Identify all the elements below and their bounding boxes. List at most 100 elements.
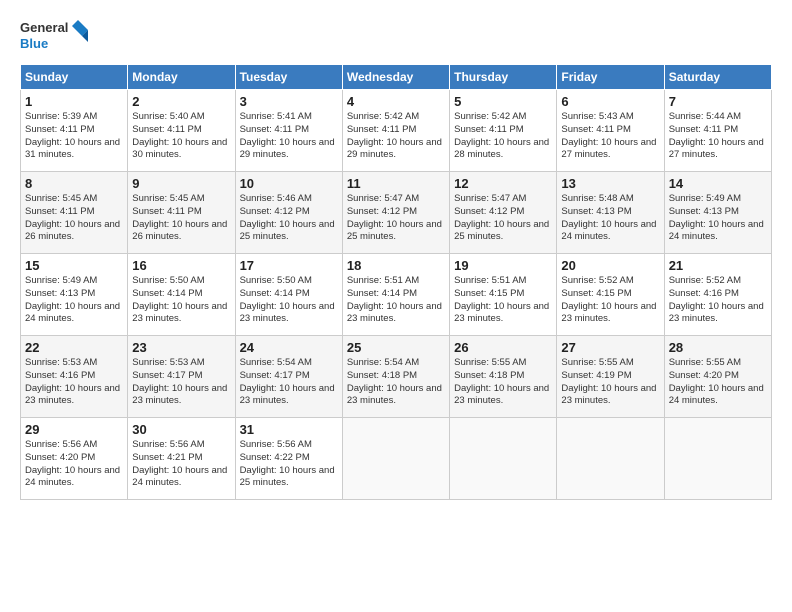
day-info: Sunrise: 5:54 AMSunset: 4:18 PMDaylight:… (347, 357, 445, 408)
calendar-header-row: SundayMondayTuesdayWednesdayThursdayFrid… (21, 65, 772, 90)
calendar-cell: 16 Sunrise: 5:50 AMSunset: 4:14 PMDayligh… (128, 254, 235, 336)
calendar-week-row: 22 Sunrise: 5:53 AMSunset: 4:16 PMDayligh… (21, 336, 772, 418)
day-info: Sunrise: 5:41 AMSunset: 4:11 PMDaylight:… (240, 111, 338, 162)
day-info: Sunrise: 5:45 AMSunset: 4:11 PMDaylight:… (132, 193, 230, 244)
day-number: 7 (669, 94, 767, 109)
day-info: Sunrise: 5:47 AMSunset: 4:12 PMDaylight:… (454, 193, 552, 244)
day-info: Sunrise: 5:44 AMSunset: 4:11 PMDaylight:… (669, 111, 767, 162)
calendar-table: SundayMondayTuesdayWednesdayThursdayFrid… (20, 64, 772, 500)
calendar-cell: 12 Sunrise: 5:47 AMSunset: 4:12 PMDayligh… (450, 172, 557, 254)
svg-text:General: General (20, 20, 68, 35)
calendar-cell: 11Sunrise: 5:47 AMSunset: 4:12 PMDayligh… (342, 172, 449, 254)
day-number: 14 (669, 176, 767, 191)
calendar-cell: 13 Sunrise: 5:48 AMSunset: 4:13 PMDayligh… (557, 172, 664, 254)
calendar-cell: 10 Sunrise: 5:46 AMSunset: 4:12 PMDayligh… (235, 172, 342, 254)
day-number: 22 (25, 340, 123, 355)
calendar-cell: 6Sunrise: 5:43 AMSunset: 4:11 PMDaylight… (557, 90, 664, 172)
day-info: Sunrise: 5:42 AMSunset: 4:11 PMDaylight:… (347, 111, 445, 162)
day-number: 29 (25, 422, 123, 437)
day-info: Sunrise: 5:55 AMSunset: 4:19 PMDaylight:… (561, 357, 659, 408)
day-info: Sunrise: 5:48 AMSunset: 4:13 PMDaylight:… (561, 193, 659, 244)
day-number: 9 (132, 176, 230, 191)
day-info: Sunrise: 5:40 AMSunset: 4:11 PMDaylight:… (132, 111, 230, 162)
calendar-week-row: 29 Sunrise: 5:56 AMSunset: 4:20 PMDayligh… (21, 418, 772, 500)
calendar-cell: 8 Sunrise: 5:45 AMSunset: 4:11 PMDaylight… (21, 172, 128, 254)
calendar-cell (342, 418, 449, 500)
day-info: Sunrise: 5:51 AMSunset: 4:15 PMDaylight:… (454, 275, 552, 326)
day-info: Sunrise: 5:56 AMSunset: 4:21 PMDaylight:… (132, 439, 230, 490)
day-info: Sunrise: 5:52 AMSunset: 4:15 PMDaylight:… (561, 275, 659, 326)
day-info: Sunrise: 5:39 AMSunset: 4:11 PMDaylight:… (25, 111, 123, 162)
calendar-cell: 7 Sunrise: 5:44 AMSunset: 4:11 PMDaylight… (664, 90, 771, 172)
day-number: 15 (25, 258, 123, 273)
calendar-header-thursday: Thursday (450, 65, 557, 90)
day-info: Sunrise: 5:56 AMSunset: 4:22 PMDaylight:… (240, 439, 338, 490)
day-info: Sunrise: 5:49 AMSunset: 4:13 PMDaylight:… (25, 275, 123, 326)
calendar-cell: 26Sunrise: 5:55 AMSunset: 4:18 PMDayligh… (450, 336, 557, 418)
calendar-cell: 17 Sunrise: 5:50 AMSunset: 4:14 PMDayligh… (235, 254, 342, 336)
day-number: 1 (25, 94, 123, 109)
day-number: 11 (347, 176, 445, 191)
day-info: Sunrise: 5:45 AMSunset: 4:11 PMDaylight:… (25, 193, 123, 244)
calendar-week-row: 1 Sunrise: 5:39 AMSunset: 4:11 PMDaylight… (21, 90, 772, 172)
day-info: Sunrise: 5:46 AMSunset: 4:12 PMDaylight:… (240, 193, 338, 244)
day-number: 10 (240, 176, 338, 191)
day-info: Sunrise: 5:42 AMSunset: 4:11 PMDaylight:… (454, 111, 552, 162)
day-number: 20 (561, 258, 659, 273)
day-number: 3 (240, 94, 338, 109)
calendar-cell: 25 Sunrise: 5:54 AMSunset: 4:18 PMDayligh… (342, 336, 449, 418)
calendar-cell: 24 Sunrise: 5:54 AMSunset: 4:17 PMDayligh… (235, 336, 342, 418)
calendar-header-friday: Friday (557, 65, 664, 90)
calendar-cell: 30 Sunrise: 5:56 AMSunset: 4:21 PMDayligh… (128, 418, 235, 500)
calendar-cell: 9 Sunrise: 5:45 AMSunset: 4:11 PMDaylight… (128, 172, 235, 254)
day-number: 13 (561, 176, 659, 191)
day-number: 28 (669, 340, 767, 355)
day-number: 12 (454, 176, 552, 191)
logo: General Blue (20, 16, 90, 56)
day-number: 30 (132, 422, 230, 437)
calendar-cell: 3 Sunrise: 5:41 AMSunset: 4:11 PMDaylight… (235, 90, 342, 172)
day-number: 27 (561, 340, 659, 355)
calendar-cell (450, 418, 557, 500)
day-info: Sunrise: 5:56 AMSunset: 4:20 PMDaylight:… (25, 439, 123, 490)
calendar-cell: 5Sunrise: 5:42 AMSunset: 4:11 PMDaylight… (450, 90, 557, 172)
logo-svg: General Blue (20, 16, 90, 56)
day-number: 24 (240, 340, 338, 355)
day-number: 31 (240, 422, 338, 437)
calendar-cell: 27 Sunrise: 5:55 AMSunset: 4:19 PMDayligh… (557, 336, 664, 418)
calendar-cell: 14 Sunrise: 5:49 AMSunset: 4:13 PMDayligh… (664, 172, 771, 254)
day-number: 18 (347, 258, 445, 273)
page: General Blue SundayMondayTuesdayWednesda… (0, 0, 792, 510)
day-info: Sunrise: 5:53 AMSunset: 4:16 PMDaylight:… (25, 357, 123, 408)
header: General Blue (20, 16, 772, 56)
day-number: 19 (454, 258, 552, 273)
day-number: 23 (132, 340, 230, 355)
day-number: 17 (240, 258, 338, 273)
day-number: 4 (347, 94, 445, 109)
calendar-cell: 28 Sunrise: 5:55 AMSunset: 4:20 PMDayligh… (664, 336, 771, 418)
calendar-cell: 2 Sunrise: 5:40 AMSunset: 4:11 PMDaylight… (128, 90, 235, 172)
calendar-cell: 23Sunrise: 5:53 AMSunset: 4:17 PMDayligh… (128, 336, 235, 418)
day-info: Sunrise: 5:55 AMSunset: 4:20 PMDaylight:… (669, 357, 767, 408)
calendar-week-row: 15 Sunrise: 5:49 AMSunset: 4:13 PMDayligh… (21, 254, 772, 336)
day-info: Sunrise: 5:49 AMSunset: 4:13 PMDaylight:… (669, 193, 767, 244)
calendar-cell: 15 Sunrise: 5:49 AMSunset: 4:13 PMDayligh… (21, 254, 128, 336)
calendar-cell (664, 418, 771, 500)
svg-text:Blue: Blue (20, 36, 48, 51)
day-number: 26 (454, 340, 552, 355)
calendar-cell (557, 418, 664, 500)
calendar-week-row: 8 Sunrise: 5:45 AMSunset: 4:11 PMDaylight… (21, 172, 772, 254)
calendar-cell: 31 Sunrise: 5:56 AMSunset: 4:22 PMDayligh… (235, 418, 342, 500)
day-number: 21 (669, 258, 767, 273)
day-info: Sunrise: 5:50 AMSunset: 4:14 PMDaylight:… (132, 275, 230, 326)
day-number: 8 (25, 176, 123, 191)
day-number: 2 (132, 94, 230, 109)
calendar-cell: 1 Sunrise: 5:39 AMSunset: 4:11 PMDaylight… (21, 90, 128, 172)
day-number: 25 (347, 340, 445, 355)
calendar-cell: 29 Sunrise: 5:56 AMSunset: 4:20 PMDayligh… (21, 418, 128, 500)
day-info: Sunrise: 5:50 AMSunset: 4:14 PMDaylight:… (240, 275, 338, 326)
day-number: 16 (132, 258, 230, 273)
day-info: Sunrise: 5:43 AMSunset: 4:11 PMDaylight:… (561, 111, 659, 162)
day-info: Sunrise: 5:54 AMSunset: 4:17 PMDaylight:… (240, 357, 338, 408)
day-info: Sunrise: 5:52 AMSunset: 4:16 PMDaylight:… (669, 275, 767, 326)
